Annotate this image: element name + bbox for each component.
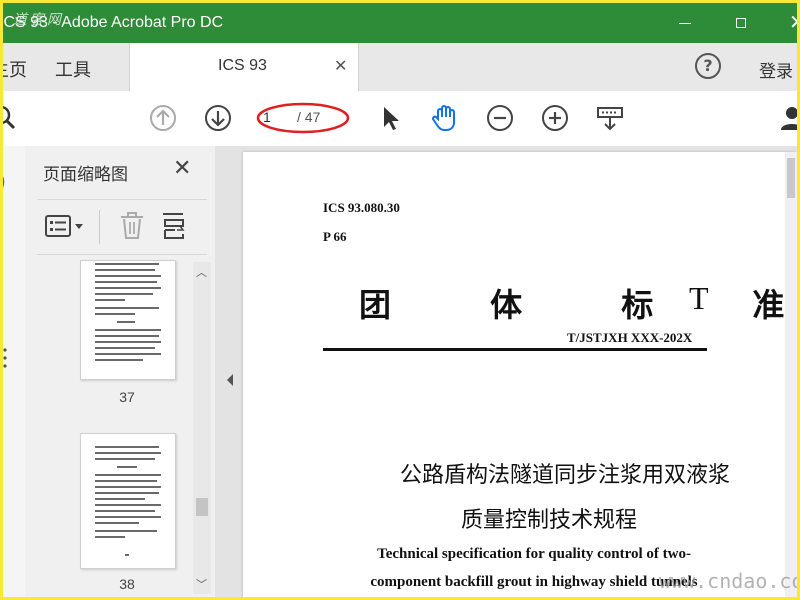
hand-tool-icon[interactable] — [430, 103, 460, 133]
minimize-icon — [679, 23, 691, 24]
title-bar: ICS 93 - Adobe Acrobat Pro DC 道客网 ✕ — [3, 3, 797, 43]
standard-number: T/JSTJXH XXX-202X — [567, 330, 693, 345]
next-page-icon[interactable] — [203, 103, 233, 133]
toolbar: / 47 — [3, 91, 797, 147]
thumbnails-panel: 页面缩略图 ✕ 37 38 ︿ ﹀ — [25, 146, 216, 597]
thumbnail-page[interactable] — [80, 260, 176, 380]
collapse-panel-icon[interactable] — [225, 372, 235, 388]
scroll-down-icon[interactable]: ﹀ — [196, 576, 207, 592]
tab-home[interactable]: 主页 — [3, 56, 27, 82]
previous-page-icon[interactable] — [148, 103, 178, 133]
header-rule — [323, 348, 707, 351]
close-window-button[interactable]: ✕ — [773, 3, 797, 43]
annotation-circle — [256, 102, 350, 134]
scroll-up-icon[interactable]: ︿ — [196, 264, 207, 280]
delete-page-icon[interactable] — [119, 212, 145, 240]
document-tab-label: ICS 93 — [218, 57, 267, 74]
thumbnail-scrollbar[interactable]: ︿ ﹀ — [193, 262, 211, 594]
site-watermark: www.cndao.com — [659, 569, 797, 593]
minimize-button[interactable] — [661, 3, 709, 43]
maximize-icon — [736, 18, 746, 28]
thumbnail-page-number: 37 — [119, 389, 135, 405]
title-cn-line1: 公路盾构法隧道同步注浆用双液浆 — [399, 463, 730, 488]
thumbnail-options-icon[interactable] — [45, 214, 87, 240]
category-letter: T — [689, 280, 709, 316]
tab-tools[interactable]: 工具 — [55, 56, 91, 82]
thumbnail-page-number: 38 — [119, 576, 135, 592]
extract-page-icon[interactable] — [161, 212, 187, 240]
close-tab-icon[interactable]: ✕ — [334, 56, 347, 75]
thumbnail-tools — [37, 199, 207, 255]
document-scrollbar-thumb[interactable] — [787, 158, 795, 198]
title-cn-line2: 质量控制技术规程 — [460, 508, 637, 533]
title-en-line1: Technical specification for quality cont… — [377, 546, 691, 562]
keyboard-scroll-icon[interactable] — [595, 103, 625, 133]
maximize-button[interactable] — [717, 3, 765, 43]
scrollbar-thumb[interactable] — [196, 498, 208, 516]
document-scrollbar[interactable] — [785, 152, 797, 597]
account-icon[interactable] — [777, 103, 797, 133]
search-icon[interactable] — [3, 103, 21, 133]
document-page: ICS 93.080.30 P 66 团 体 标 准 T T/JSTJXH XX… — [243, 152, 795, 597]
tab-document[interactable]: ICS 93 ✕ — [129, 43, 359, 91]
close-icon: ✕ — [789, 11, 797, 33]
more-options-icon[interactable] — [3, 346, 9, 370]
signin-link[interactable]: 登录 — [759, 57, 793, 82]
zoom-in-icon[interactable] — [540, 103, 570, 133]
tab-bar: 主页 工具 ICS 93 ✕ ? 登录 — [3, 43, 797, 92]
close-panel-icon[interactable]: ✕ — [173, 156, 191, 181]
select-cursor-icon[interactable] — [375, 103, 405, 133]
watermark-logo: 道客网 — [13, 12, 64, 28]
panel-title: 页面缩略图 — [43, 165, 128, 185]
p-code: P 66 — [323, 229, 347, 244]
tools-divider — [99, 210, 100, 244]
acrobat-window: ICS 93 - Adobe Acrobat Pro DC 道客网 ✕ 主页 工… — [3, 3, 797, 597]
zoom-out-icon[interactable] — [485, 103, 515, 133]
standard-category: 团 体 标 准 — [359, 286, 795, 324]
thumbnail-page[interactable] — [80, 433, 176, 569]
page-thumbnails-tab-icon[interactable] — [3, 170, 11, 194]
document-viewer: ICS 93.080.30 P 66 团 体 标 准 T T/JSTJXH XX… — [215, 146, 797, 597]
ics-code: ICS 93.080.30 — [323, 200, 400, 215]
help-icon[interactable]: ? — [695, 53, 721, 79]
navigation-rail — [3, 146, 26, 597]
